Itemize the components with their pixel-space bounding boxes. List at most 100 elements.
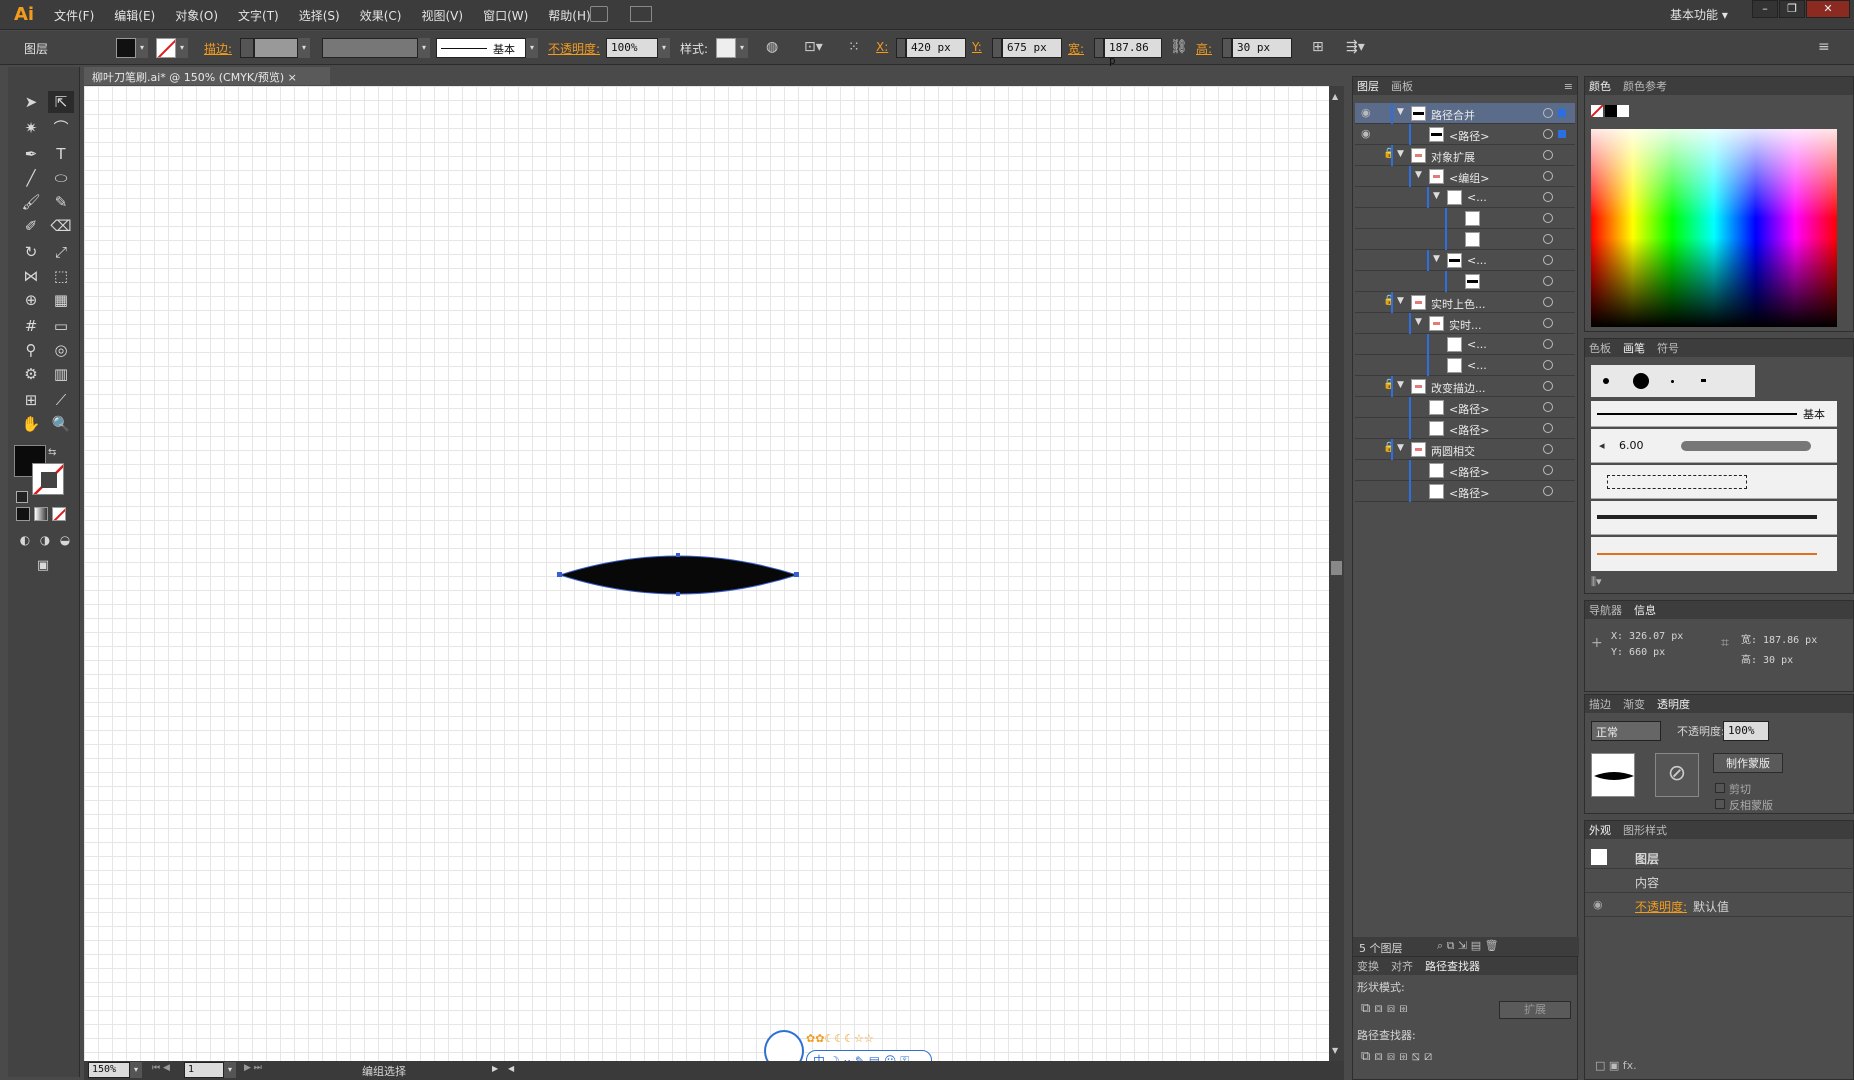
layer-target-icon[interactable]	[1543, 255, 1553, 265]
eraser-tool-icon[interactable]: ⌫	[48, 215, 74, 237]
tab-color[interactable]: 颜色	[1589, 78, 1611, 94]
blob-brush-tool-icon[interactable]: ✐	[18, 215, 44, 237]
layer-row[interactable]: 🔒 ▼ 实时上色...	[1355, 292, 1575, 313]
layer-row[interactable]: ◉ ▼ 路径合并	[1355, 103, 1575, 124]
paintbrush-tool-icon[interactable]: 🖌	[18, 191, 44, 213]
restore-button[interactable]: ❐	[1779, 0, 1805, 18]
constrain-proportions-icon[interactable]: ⛓	[1170, 39, 1188, 55]
hscroll-left-icon[interactable]: ◀	[508, 1064, 514, 1073]
stroke-color-icon[interactable]	[32, 463, 64, 495]
swap-fill-stroke-icon[interactable]: ⇆	[48, 447, 56, 458]
vertical-scrollbar[interactable]: ▲ ▼	[1329, 86, 1344, 1061]
close-button[interactable]: ✕	[1806, 0, 1850, 18]
layer-row[interactable]: 🔒 ▼ 改变描边...	[1355, 376, 1575, 397]
layer-target-icon[interactable]	[1543, 129, 1553, 139]
menu-item-7[interactable]: 窗口(W)	[483, 7, 528, 24]
menu-item-5[interactable]: 效果(C)	[360, 7, 402, 24]
isolate-group-icon[interactable]: ⊞	[1312, 39, 1324, 55]
pencil-tool-icon[interactable]: ✎	[48, 191, 74, 213]
artboard-tool-icon[interactable]: ⊞	[18, 389, 44, 411]
layer-row[interactable]: <路径>	[1355, 460, 1575, 481]
free-transform-tool-icon[interactable]: ⬚	[48, 265, 74, 287]
make-mask-button[interactable]: 制作蒙版	[1713, 753, 1783, 773]
layer-target-icon[interactable]	[1543, 402, 1553, 412]
none-mode-icon[interactable]	[52, 507, 66, 521]
column-graph-tool-icon[interactable]: ▥	[48, 363, 74, 385]
lasso-tool-icon[interactable]: ⌒	[48, 117, 74, 139]
layer-row[interactable]	[1355, 229, 1575, 250]
opacity-input[interactable]: 100%	[606, 38, 658, 58]
layer-target-icon[interactable]	[1543, 318, 1553, 328]
height-input[interactable]: 30 px	[1232, 38, 1292, 58]
disclosure-triangle-icon[interactable]: ▼	[1433, 191, 1440, 201]
color-spectrum[interactable]	[1591, 129, 1837, 327]
slice-tool-icon[interactable]: ⟋	[48, 389, 74, 411]
appearance-content-row[interactable]: 内容	[1585, 869, 1854, 893]
visibility-eye-icon[interactable]: ◉	[1361, 106, 1371, 119]
menu-item-6[interactable]: 视图(V)	[421, 7, 463, 24]
tab-transparency[interactable]: 透明度	[1657, 696, 1690, 712]
x-label[interactable]: X:	[876, 40, 888, 54]
calligraphic-brush-row[interactable]	[1591, 365, 1755, 397]
layer-row[interactable]: ▼ <编组>	[1355, 166, 1575, 187]
disclosure-triangle-icon[interactable]: ▼	[1433, 254, 1440, 264]
perspective-grid-tool-icon[interactable]: ▦	[48, 289, 74, 311]
control-panel-menu-icon[interactable]: ≡	[1818, 39, 1830, 55]
tab-symbols[interactable]: 符号	[1657, 340, 1679, 356]
lock-icon[interactable]: 🔒	[1383, 148, 1395, 159]
anchor-point-top[interactable]	[676, 553, 680, 557]
scroll-thumb[interactable]	[1331, 561, 1342, 575]
gradient-mode-icon[interactable]	[34, 507, 48, 521]
pathfinder-ops-icon[interactable]: ⧉ ⧈ ⧇ ⧆ ⧅ ⧄	[1361, 1049, 1432, 1064]
brush-definition[interactable]: 基本	[436, 38, 526, 58]
shape-builder-tool-icon[interactable]: ⊕	[18, 289, 44, 311]
fill-swatch[interactable]	[116, 38, 136, 58]
width-stepper[interactable]	[1094, 38, 1104, 58]
rotate-tool-icon[interactable]: ↻	[18, 241, 44, 263]
tab-transform[interactable]: 变换	[1357, 958, 1379, 974]
layer-target-icon[interactable]	[1543, 234, 1553, 244]
brush-dot-large[interactable]	[1633, 373, 1649, 389]
layer-target-icon[interactable]	[1543, 381, 1553, 391]
expand-button[interactable]: 扩展	[1499, 1001, 1571, 1019]
tab-info[interactable]: 信息	[1634, 602, 1656, 618]
anchor-point-right[interactable]	[794, 572, 799, 577]
lock-icon[interactable]: 🔒	[1383, 379, 1395, 390]
disclosure-triangle-icon[interactable]: ▼	[1397, 296, 1404, 306]
brush-dot-tiny[interactable]	[1671, 380, 1674, 383]
layer-row[interactable]: 🔒 ▼ 两圆相交	[1355, 439, 1575, 460]
magic-wand-tool-icon[interactable]: ✷	[18, 117, 44, 139]
scale-tool-icon[interactable]: ⤢	[48, 241, 74, 263]
artboard-dropdown[interactable]: ▾	[224, 1062, 236, 1078]
layer-row[interactable]: <路径>	[1355, 481, 1575, 502]
opacity-dropdown[interactable]: ▾	[658, 38, 670, 58]
selection-indicator[interactable]	[1558, 109, 1566, 117]
art-brush-row[interactable]	[1591, 537, 1837, 571]
stroke-weight-dropdown[interactable]: ▾	[298, 38, 310, 58]
scroll-up-icon[interactable]: ▲	[1332, 92, 1338, 101]
brush-dropdown[interactable]: ▾	[526, 38, 538, 58]
minimize-button[interactable]: –	[1752, 0, 1778, 18]
blend-mode-select[interactable]: 正常	[1591, 721, 1661, 741]
width-label[interactable]: 宽:	[1068, 40, 1084, 57]
layer-target-icon[interactable]	[1543, 171, 1553, 181]
recolor-artwork-icon[interactable]: ◍	[766, 39, 778, 55]
layer-target-icon[interactable]	[1543, 108, 1553, 118]
layer-target-icon[interactable]	[1543, 444, 1553, 454]
layer-row[interactable]: ▼ <...	[1355, 250, 1575, 271]
invert-mask-checkbox[interactable]	[1715, 799, 1725, 809]
menu-item-2[interactable]: 对象(O)	[175, 7, 218, 24]
layer-target-icon[interactable]	[1543, 276, 1553, 286]
tab-color-guide[interactable]: 颜色参考	[1623, 78, 1667, 94]
layer-actions-icon[interactable]: ⌕ ⧉ ⇲ ▤ 🗑	[1437, 939, 1499, 953]
disclosure-triangle-icon[interactable]: ▼	[1397, 443, 1404, 453]
x-input[interactable]: 420 px	[906, 38, 966, 58]
lock-icon[interactable]: 🔒	[1383, 442, 1395, 453]
shape-mode-icon[interactable]: ⧉ ⧈ ⧇ ⧆	[1361, 1001, 1407, 1016]
scroll-down-icon[interactable]: ▼	[1332, 1046, 1338, 1055]
charcoal-brush-row[interactable]	[1591, 501, 1837, 535]
zoom-input[interactable]: 150%	[88, 1062, 130, 1078]
layers-menu-icon[interactable]: ≡	[1564, 80, 1573, 93]
layer-row[interactable]: ▼ 实时...	[1355, 313, 1575, 334]
layer-target-icon[interactable]	[1543, 192, 1553, 202]
